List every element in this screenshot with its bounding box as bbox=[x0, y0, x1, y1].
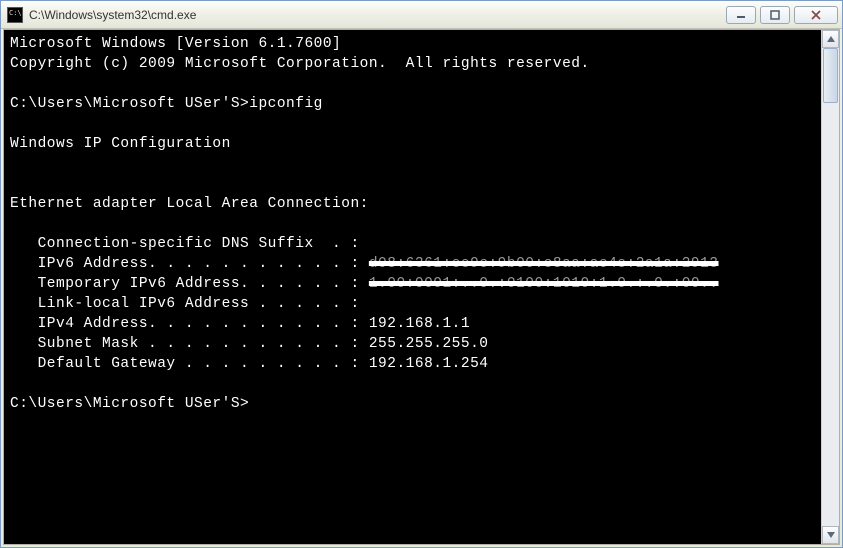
ipconfig-title: Windows IP Configuration bbox=[10, 136, 231, 152]
temp-ipv6-redacted: 1.00:0001:..0.:0100:1010:1.0.:.0.:00.. bbox=[369, 276, 719, 292]
adapter-header: Ethernet adapter Local Area Connection: bbox=[10, 196, 369, 212]
copyright: Copyright (c) 2009 Microsoft Corporation… bbox=[10, 56, 590, 72]
scroll-thumb[interactable] bbox=[823, 48, 838, 103]
scroll-track[interactable] bbox=[822, 48, 839, 526]
scroll-up-button[interactable] bbox=[822, 30, 839, 48]
window-controls bbox=[726, 6, 838, 24]
prompt-line-1: C:\Users\Microsoft USer'S>ipconfig bbox=[10, 96, 323, 112]
terminal-output[interactable]: Microsoft Windows [Version 6.1.7600] Cop… bbox=[4, 30, 821, 544]
ipv6-redacted: d08:6361:ee9c:9b00:c8aa:ac4e:2a1a:2913 bbox=[369, 256, 719, 272]
console-area: Microsoft Windows [Version 6.1.7600] Cop… bbox=[3, 29, 840, 545]
vertical-scrollbar[interactable] bbox=[821, 30, 839, 544]
ipv4-row: IPv4 Address. . . . . . . . . . . : 192.… bbox=[10, 316, 470, 332]
maximize-button[interactable] bbox=[760, 6, 790, 24]
close-button[interactable] bbox=[794, 6, 838, 24]
temp-ipv6-row: Temporary IPv6 Address. . . . . . : 1.00… bbox=[10, 276, 719, 292]
dns-suffix-row: Connection-specific DNS Suffix . : bbox=[10, 236, 360, 252]
window-title: C:\Windows\system32\cmd.exe bbox=[29, 8, 726, 22]
subnet-row: Subnet Mask . . . . . . . . . . . : 255.… bbox=[10, 336, 488, 352]
titlebar[interactable]: C:\Windows\system32\cmd.exe bbox=[1, 1, 842, 29]
scroll-down-button[interactable] bbox=[822, 526, 839, 544]
prompt-line-2: C:\Users\Microsoft USer'S> bbox=[10, 396, 249, 412]
cmd-icon bbox=[7, 7, 23, 23]
os-header: Microsoft Windows [Version 6.1.7600] bbox=[10, 36, 341, 52]
minimize-button[interactable] bbox=[726, 6, 756, 24]
linklocal-row: Link-local IPv6 Address . . . . . : bbox=[10, 296, 360, 312]
gateway-row: Default Gateway . . . . . . . . . : 192.… bbox=[10, 356, 488, 372]
cmd-window: C:\Windows\system32\cmd.exe Microsoft Wi… bbox=[0, 0, 843, 548]
ipv6-row: IPv6 Address. . . . . . . . . . . : d08:… bbox=[10, 256, 719, 272]
